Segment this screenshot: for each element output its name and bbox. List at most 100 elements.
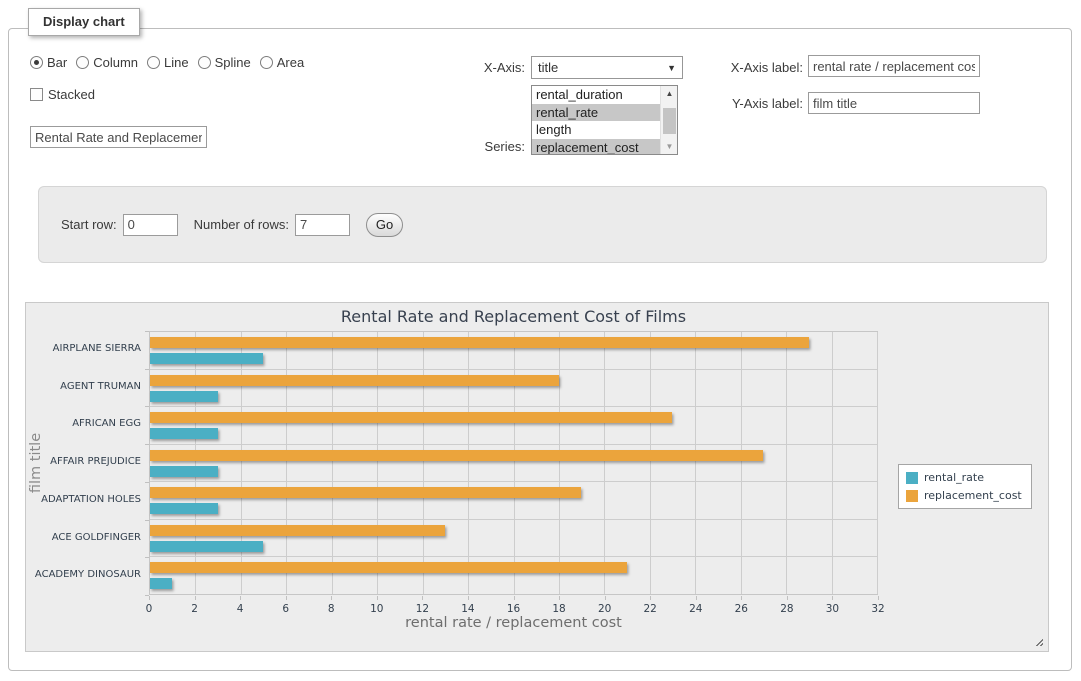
x-tick-mark <box>514 596 515 600</box>
go-button[interactable]: Go <box>366 213 403 237</box>
y-tick-mark <box>145 557 149 558</box>
stacked-checkbox-row[interactable]: Stacked <box>30 87 95 102</box>
category-label: AFFAIR PREJUDICE <box>28 456 141 467</box>
chart-container: Rental Rate and Replacement Cost of Film… <box>25 302 1049 652</box>
bar-replacement_cost <box>150 487 581 498</box>
x-tick-label: 30 <box>812 603 852 615</box>
category-label: ADAPTATION HOLES <box>28 494 141 505</box>
num-rows-input[interactable] <box>295 214 350 236</box>
radio-icon[interactable] <box>260 56 273 69</box>
series-option-replacement_cost[interactable]: replacement_cost <box>532 139 660 156</box>
x-tick-label: 20 <box>585 603 625 615</box>
series-option-length[interactable]: length <box>532 121 660 139</box>
x-tick-mark <box>878 596 879 600</box>
y-tick-mark <box>145 444 149 445</box>
stacked-checkbox[interactable] <box>30 88 43 101</box>
radio-label: Area <box>277 55 304 70</box>
bar-replacement_cost <box>150 375 559 386</box>
x-tick-label: 0 <box>129 603 169 615</box>
legend-swatch-icon <box>906 472 918 484</box>
bar-rental_rate <box>150 353 263 364</box>
y-tick-mark <box>145 406 149 407</box>
category-label: ACE GOLDFINGER <box>28 532 141 543</box>
x-tick-label: 24 <box>676 603 716 615</box>
x-tick-label: 14 <box>448 603 488 615</box>
x-tick-label: 32 <box>858 603 898 615</box>
x-tick-label: 16 <box>494 603 534 615</box>
chart-type-radio-spline[interactable]: Spline <box>198 55 251 70</box>
chart-type-radio-column[interactable]: Column <box>76 55 138 70</box>
y-tick-mark <box>145 482 149 483</box>
bar-replacement_cost <box>150 412 672 423</box>
radio-label: Line <box>164 55 189 70</box>
legend-item-replacement_cost[interactable]: replacement_cost <box>906 489 1022 502</box>
legend-item-rental_rate[interactable]: rental_rate <box>906 471 1022 484</box>
bar-rental_rate <box>150 466 218 477</box>
x-tick-mark <box>559 596 560 600</box>
legend-label: rental_rate <box>924 471 984 484</box>
series-listbox-label: Series: <box>420 139 525 154</box>
scroll-down-icon[interactable]: ▼ <box>661 139 678 154</box>
chart-type-radio-area[interactable]: Area <box>260 55 304 70</box>
category-label: AFRICAN EGG <box>28 418 141 429</box>
bar-replacement_cost <box>150 525 445 536</box>
x-tick-mark <box>286 596 287 600</box>
x-tick-mark <box>468 596 469 600</box>
legend-label: replacement_cost <box>924 489 1022 502</box>
resize-handle-icon[interactable] <box>1033 636 1043 646</box>
chart-type-radio-bar[interactable]: Bar <box>30 55 67 70</box>
category-band <box>150 332 877 370</box>
radio-icon[interactable] <box>147 56 160 69</box>
bar-replacement_cost <box>150 337 809 348</box>
x-axis-selected-value: title <box>538 60 667 75</box>
bar-rental_rate <box>150 428 218 439</box>
x-tick-mark <box>650 596 651 600</box>
x-axis-label-label: X-Axis label: <box>660 60 803 75</box>
chart-legend: rental_rate replacement_cost <box>898 464 1032 509</box>
x-tick-label: 4 <box>220 603 260 615</box>
category-band <box>150 407 877 445</box>
x-tick-mark <box>605 596 606 600</box>
series-listbox[interactable]: rental_durationrental_ratelengthreplacem… <box>531 85 678 155</box>
series-option-rental_duration[interactable]: rental_duration <box>532 86 660 104</box>
legend-swatch-icon <box>906 490 918 502</box>
bar-replacement_cost <box>150 450 763 461</box>
radio-label: Column <box>93 55 138 70</box>
series-option-rental_rate[interactable]: rental_rate <box>532 104 660 122</box>
row-range-box: Start row: Number of rows: Go <box>38 186 1047 263</box>
x-axis-select-label: X-Axis: <box>420 60 525 75</box>
panel-title: Display chart <box>28 8 140 36</box>
x-tick-mark <box>240 596 241 600</box>
x-tick-mark <box>377 596 378 600</box>
gridline <box>877 332 878 594</box>
x-tick-mark <box>195 596 196 600</box>
x-tick-label: 22 <box>630 603 670 615</box>
stacked-label: Stacked <box>48 87 95 102</box>
chart-title-input[interactable] <box>30 126 207 148</box>
bar-replacement_cost <box>150 562 627 573</box>
radio-icon[interactable] <box>76 56 89 69</box>
start-row-input[interactable] <box>123 214 178 236</box>
y-axis-title: film title <box>28 433 44 493</box>
category-band <box>150 370 877 408</box>
series-options: rental_durationrental_ratelengthreplacem… <box>532 86 660 154</box>
chart-type-radio-group: Bar Column Line Spline Area <box>30 55 304 70</box>
y-tick-mark <box>145 369 149 370</box>
radio-icon[interactable] <box>30 56 43 69</box>
bar-rental_rate <box>150 391 218 402</box>
bar-rental_rate <box>150 578 172 589</box>
y-axis-label-input[interactable] <box>808 92 980 114</box>
radio-icon[interactable] <box>198 56 211 69</box>
x-tick-mark <box>331 596 332 600</box>
display-chart-page: Display chart Bar Column Line Spline Area St… <box>0 0 1081 681</box>
x-tick-label: 28 <box>767 603 807 615</box>
category-band <box>150 557 877 594</box>
x-axis-label-input[interactable] <box>808 55 980 77</box>
category-label: AGENT TRUMAN <box>28 381 141 392</box>
scrollbar-thumb[interactable] <box>663 108 676 134</box>
chart-title: Rental Rate and Replacement Cost of Film… <box>149 307 878 326</box>
x-tick-label: 6 <box>266 603 306 615</box>
bar-rental_rate <box>150 503 218 514</box>
x-tick-label: 18 <box>539 603 579 615</box>
chart-type-radio-line[interactable]: Line <box>147 55 189 70</box>
